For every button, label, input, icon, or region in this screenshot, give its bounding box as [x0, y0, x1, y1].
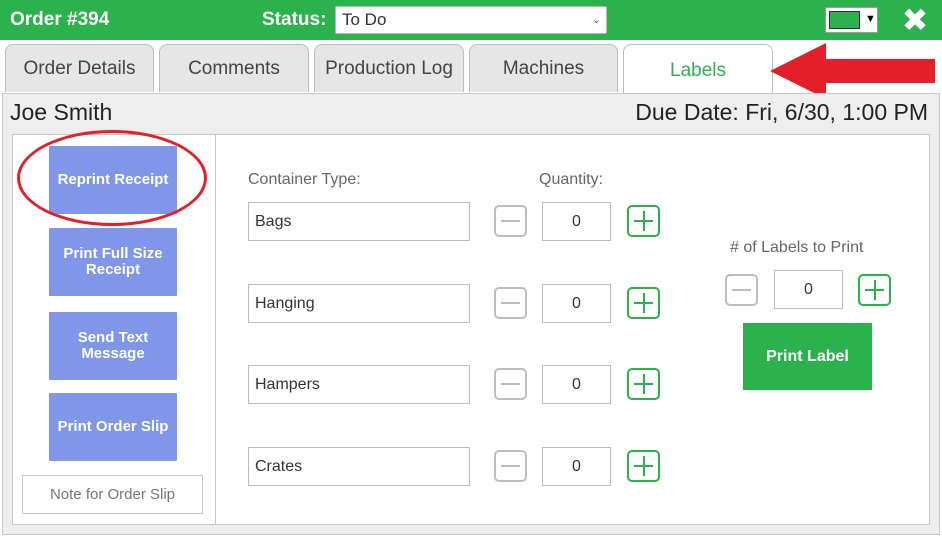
container-type-input-bags[interactable] [248, 202, 470, 241]
note-for-order-slip-input[interactable] [22, 475, 203, 514]
caret-down-icon: ▼ [865, 13, 876, 25]
labels-to-print-input[interactable] [774, 270, 843, 309]
color-swatch [829, 11, 860, 29]
column-divider [215, 134, 216, 525]
chevron-down-icon: ⌄ [591, 14, 601, 26]
container-type-header: Container Type: [248, 171, 361, 188]
due-date: Due Date: Fri, 6/30, 1:00 PM [635, 99, 928, 125]
tab-labels[interactable]: Labels [623, 44, 773, 96]
close-icon[interactable]: ✖ [898, 3, 932, 37]
quantity-input-hanging[interactable] [542, 284, 611, 323]
status-label: Status: [262, 9, 327, 30]
plus-icon[interactable] [627, 287, 660, 319]
minus-icon[interactable] [494, 368, 527, 400]
quantity-header: Quantity: [539, 171, 604, 188]
reprint-receipt-button[interactable]: Reprint Receipt [49, 146, 177, 214]
container-type-input-hampers[interactable] [248, 365, 470, 404]
print-order-slip-button[interactable]: Print Order Slip [49, 393, 177, 461]
quantity-input-hampers[interactable] [542, 365, 611, 404]
container-type-input-crates[interactable] [248, 447, 470, 486]
labels-to-print-header: # of Labels to Print [730, 239, 864, 256]
plus-icon[interactable] [858, 274, 891, 306]
minus-icon[interactable] [494, 287, 527, 319]
order-dialog: Order #394 Status: To Do ⌄ ▼ ✖ Order Det… [0, 0, 942, 537]
tab-machines[interactable]: Machines [469, 44, 618, 92]
plus-icon[interactable] [627, 450, 660, 482]
status-select[interactable]: To Do ⌄ [335, 6, 607, 34]
customer-name: Joe Smith [10, 99, 113, 125]
header-bar: Order #394 Status: To Do ⌄ ▼ ✖ [0, 0, 942, 40]
tab-comments[interactable]: Comments [159, 44, 309, 92]
color-picker[interactable]: ▼ [825, 7, 878, 33]
status-value: To Do [342, 10, 387, 29]
quantity-input-bags[interactable] [542, 202, 611, 241]
order-title: Order #394 [10, 9, 110, 30]
minus-icon[interactable] [494, 450, 527, 482]
annotation-arrow [770, 43, 935, 99]
minus-icon[interactable] [725, 274, 758, 306]
quantity-input-crates[interactable] [542, 447, 611, 486]
plus-icon[interactable] [627, 205, 660, 237]
plus-icon[interactable] [627, 368, 660, 400]
container-type-input-hanging[interactable] [248, 284, 470, 323]
send-text-message-button[interactable]: Send Text Message [49, 312, 177, 380]
print-label-button[interactable]: Print Label [743, 323, 872, 390]
tab-production-log[interactable]: Production Log [314, 44, 464, 92]
print-full-size-receipt-button[interactable]: Print Full Size Receipt [49, 228, 177, 296]
tab-order-details[interactable]: Order Details [5, 44, 154, 92]
minus-icon[interactable] [494, 205, 527, 237]
